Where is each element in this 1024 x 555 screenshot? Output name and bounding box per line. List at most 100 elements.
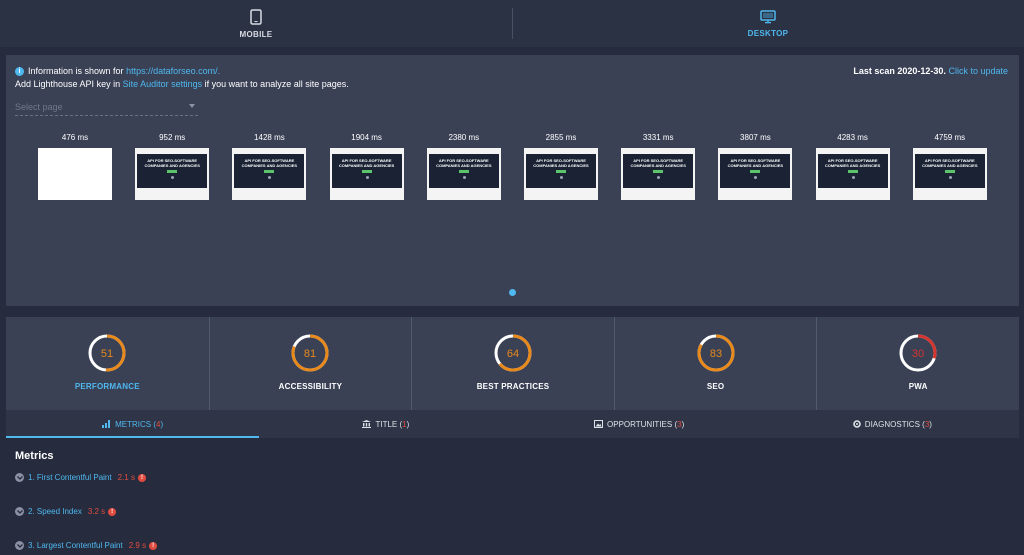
frame-screenshot: API FOR SEO-SOFTWARE COMPANIES AND AGENC… [135, 148, 210, 200]
filmstrip-frame: 952 ms API FOR SEO-SOFTWARE COMPANIES AND… [135, 133, 210, 200]
thumb-header [623, 150, 694, 154]
metric-row[interactable]: 3. Largest Contentful Paint 2.9 s! [15, 541, 158, 550]
metrics-heading: Metrics [15, 450, 54, 462]
score-label: BEST PRACTICES [476, 382, 550, 391]
thumb-button [361, 170, 372, 173]
filmstrip-frame: 1428 ms API FOR SEO-SOFTWARE COMPANIES AN… [232, 133, 307, 200]
metric-row[interactable]: 2. Speed Index 3.2 s! [15, 507, 117, 516]
metric-value: 3.2 s [87, 507, 106, 516]
metric-name: 1. First Contentful Paint [28, 473, 112, 482]
score-label: SEO [706, 382, 725, 391]
score-gauge: 64 [494, 334, 532, 372]
site-auditor-settings-link[interactable]: Site Auditor settings [123, 79, 203, 89]
thumb-headline: API FOR SEO-SOFTWARE COMPANIES AND AGENC… [533, 158, 589, 168]
tab-opportunities[interactable]: OPPORTUNITIES (3) [513, 410, 766, 438]
metric-row[interactable]: 1. First Contentful Paint 2.1 s! [15, 473, 146, 482]
frame-time: 4283 ms [837, 133, 868, 142]
tab-title-count: 1 [402, 419, 407, 429]
device-switcher: MOBILE DESKTOP [0, 0, 1024, 47]
metric-name: 2. Speed Index [28, 507, 82, 516]
tab-desktop[interactable]: DESKTOP [512, 0, 1024, 47]
score-performance[interactable]: 51 PERFORMANCE [6, 317, 209, 410]
thumb-button [944, 170, 955, 173]
tab-diagnostics[interactable]: DIAGNOSTICS (3) [766, 410, 1019, 438]
score-value: 81 [304, 348, 316, 360]
thumb-dot [560, 176, 563, 179]
frame-screenshot: API FOR SEO-SOFTWARE COMPANIES AND AGENC… [718, 148, 793, 200]
filmstrip-frame: 476 ms [38, 133, 112, 200]
chevron-down-icon [15, 541, 24, 550]
thumb-headline: API FOR SEO-SOFTWARE COMPANIES AND AGENC… [630, 158, 686, 168]
score-best-practices[interactable]: 64 BEST PRACTICES [411, 317, 614, 410]
filmstrip-frame: 4759 ms API FOR SEO-SOFTWARE COMPANIES AN… [912, 133, 987, 200]
tab-title-label: TITLE [375, 419, 398, 429]
frame-screenshot: API FOR SEO-SOFTWARE COMPANIES AND AGENC… [426, 148, 501, 200]
score-accessibility[interactable]: 81 ACCESSIBILITY [208, 317, 412, 410]
thumb-dot [657, 176, 661, 179]
frame-time: 476 ms [61, 133, 89, 142]
thumb-header [331, 150, 402, 154]
score-pwa[interactable]: 30 PWA [816, 317, 1019, 410]
score-seo[interactable]: 83 SEO [613, 317, 817, 410]
score-value: 64 [507, 348, 519, 360]
metric-value: 2.9 s [128, 541, 147, 550]
monitor-icon [760, 9, 776, 23]
bar-chart-icon [102, 420, 111, 428]
thumb-headline: API FOR SEO-SOFTWARE COMPANIES AND AGENC… [144, 158, 200, 168]
score-value: 51 [101, 348, 113, 360]
thumb-footer [914, 188, 985, 198]
thumb-footer [137, 188, 208, 198]
thumb-button [458, 170, 469, 173]
hint-prefix: Add Lighthouse API key in [15, 79, 121, 89]
last-scan-date: Last scan 2020-12-30. [853, 66, 946, 76]
phone-icon [250, 8, 262, 25]
tab-diagnostics-count: 3 [924, 419, 930, 429]
thumb-button [167, 170, 178, 173]
score-value: 30 [912, 348, 924, 360]
score-value: 83 [709, 348, 721, 360]
tab-title[interactable]: TITLE (1) [259, 410, 512, 438]
thumb-footer [623, 188, 694, 198]
tab-mobile[interactable]: MOBILE [0, 0, 512, 47]
tab-opportunities-label: OPPORTUNITIES [607, 419, 673, 429]
frame-time: 952 ms [159, 133, 186, 142]
warning-icon: ! [149, 541, 158, 550]
frame-time: 3331 ms [642, 133, 674, 142]
frame-time: 1904 ms [351, 133, 382, 142]
thumb-footer [526, 188, 596, 198]
tab-metrics-count: 4 [156, 419, 161, 429]
report-tabs: METRICS (4) TITLE (1) OPPORTUNITIES (3) … [6, 410, 1019, 438]
filmstrip-frame: 3331 ms API FOR SEO-SOFTWARE COMPANIES AN… [621, 133, 696, 200]
thumb-dot [171, 176, 175, 179]
filmstrip-frame: 2855 ms API FOR SEO-SOFTWARE COMPANIES AN… [524, 133, 598, 200]
thumb-button [556, 170, 566, 173]
carousel-dot[interactable] [509, 289, 516, 296]
warning-icon: ! [108, 507, 117, 516]
thumb-button [653, 170, 664, 173]
filmstrip-panel: i Information is shown for https://dataf… [6, 55, 1019, 306]
update-link[interactable]: Click to update [948, 66, 1008, 76]
thumb-button [264, 170, 275, 173]
image-icon [594, 420, 604, 428]
select-page-dropdown[interactable]: Select page [15, 100, 198, 116]
tab-opportunities-count: 3 [677, 419, 682, 429]
tab-metrics[interactable]: METRICS (4) [6, 410, 260, 438]
thumb-header [526, 150, 596, 154]
chevron-down-icon [189, 104, 195, 108]
score-label: PWA [908, 382, 928, 391]
frame-time: 2855 ms [545, 133, 577, 142]
thumb-button [750, 170, 761, 173]
thumb-dot [754, 176, 758, 179]
filmstrip-frame: 2380 ms API FOR SEO-SOFTWARE COMPANIES AN… [426, 133, 501, 200]
frame-time: 4759 ms [934, 133, 966, 142]
thumb-dot [268, 176, 272, 179]
info-icon: i [15, 66, 24, 76]
filmstrip-frame: 3807 ms API FOR SEO-SOFTWARE COMPANIES AN… [718, 133, 793, 200]
site-url-link[interactable]: https://dataforseo.com/. [126, 66, 220, 76]
frame-time: 3807 ms [740, 133, 771, 142]
metric-name: 3. Largest Contentful Paint [28, 541, 123, 550]
thumb-header [137, 150, 208, 154]
score-gauge: 30 [899, 334, 937, 372]
filmstrip: 476 ms 952 ms API FOR SEO-SOFTWARE COMPANI… [6, 133, 1019, 203]
filmstrip-frame: 4283 ms API FOR SEO-SOFTWARE COMPANIES AN… [815, 133, 890, 200]
